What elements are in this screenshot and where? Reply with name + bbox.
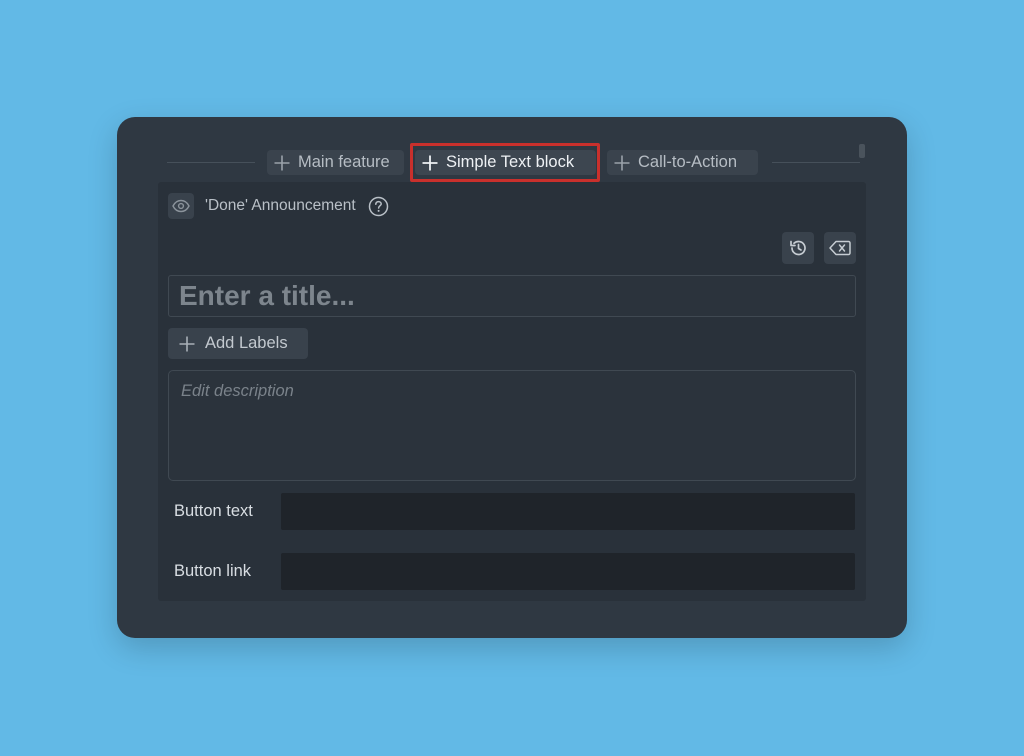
block-header: 'Done' Announcement [168,193,389,219]
plus-icon [614,155,630,170]
announcement-block: 'Done' Announcement Enter a title... Add… [158,182,866,601]
add-call-to-action-button[interactable]: Call-to-Action [607,150,758,175]
scrollbar-thumb[interactable] [859,144,865,158]
add-main-feature-label: Main feature [298,153,390,171]
description-placeholder: Edit description [181,382,294,400]
clear-block-button[interactable] [824,232,856,264]
visibility-toggle-button[interactable] [168,193,194,219]
divider-left [167,162,255,163]
title-input[interactable]: Enter a title... [168,275,856,317]
announcement-title: 'Done' Announcement [205,197,356,214]
history-button[interactable] [782,232,814,264]
highlight-box [410,143,600,182]
eye-icon [172,199,190,213]
button-text-input[interactable] [281,493,855,530]
add-main-feature-button[interactable]: Main feature [267,150,404,175]
plus-icon [274,155,290,170]
button-link-label: Button link [174,562,252,580]
help-circle-icon[interactable] [368,196,389,217]
add-labels-button[interactable]: Add Labels [168,328,308,359]
button-link-input[interactable] [281,553,855,590]
plus-icon [179,336,195,351]
description-editor[interactable]: Edit description [168,370,856,481]
add-labels-label: Add Labels [205,334,288,352]
backspace-icon [829,240,851,256]
title-placeholder: Enter a title... [179,280,355,311]
button-text-label: Button text [174,502,253,520]
history-icon [790,240,806,256]
divider-right [772,162,860,163]
add-call-to-action-label: Call-to-Action [638,153,738,171]
editor-panel: Main feature Simple Text block Call-to-A… [117,117,907,638]
